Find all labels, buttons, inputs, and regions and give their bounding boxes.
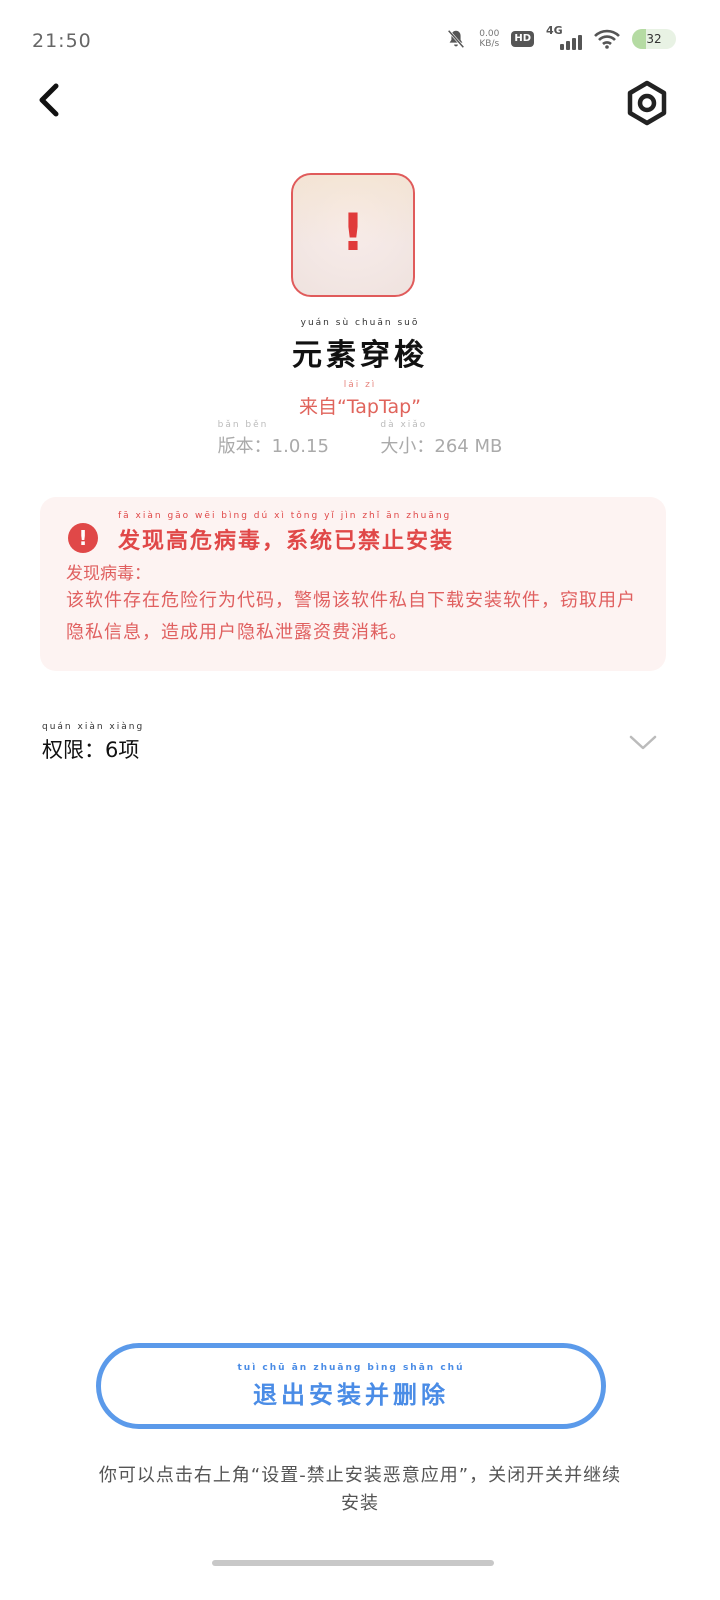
app-size: 大小：264 MB: [380, 436, 503, 457]
alert-icon: !: [68, 523, 98, 553]
battery-indicator: 32: [632, 29, 676, 49]
exit-install-delete-button[interactable]: tuì chū ān zhuāng bìng shān chú 退出安装并删除: [96, 1343, 606, 1429]
cellular-signal-icon: 4G: [546, 24, 582, 50]
permissions-row[interactable]: quán xiàn xiàng 权限：6项: [42, 722, 144, 764]
chevron-down-icon[interactable]: [628, 732, 658, 752]
app-icon: !: [291, 173, 415, 297]
app-version: 版本：1.0.15: [217, 436, 329, 457]
app-meta: bǎn běn 版本：1.0.15 dà xiǎo 大小：264 MB: [217, 420, 503, 457]
warning-subtitle: 发现病毒：: [66, 564, 151, 584]
wifi-icon: [594, 29, 620, 49]
back-button[interactable]: [30, 80, 70, 120]
warning-body: 该软件存在危险行为代码，警惕该软件私自下载安装软件，窃取用户隐私信息，造成用户隐…: [66, 590, 636, 643]
status-time: 21:50: [32, 30, 92, 52]
home-indicator[interactable]: [212, 1560, 494, 1566]
app-name: yuán sù chuān suō 元素穿梭: [292, 318, 428, 373]
hd-badge: HD: [511, 31, 534, 47]
settings-button[interactable]: [624, 80, 670, 126]
status-icons: 0.00 KB/s HD 4G 32: [445, 24, 676, 54]
chevron-left-icon: [39, 83, 59, 117]
gear-hexagon-icon: [627, 80, 667, 126]
warning-title: fā xiàn gāo wēi bìng dú xì tǒng yǐ jìn z…: [118, 511, 455, 554]
settings-hint: 你可以点击右上角“设置-禁止安装恶意应用”，关闭开关并继续安装: [98, 1465, 622, 1514]
virus-warning-card: ! fā xiàn gāo wēi bìng dú xì tǒng yǐ jìn…: [40, 497, 666, 671]
bell-muted-icon: [447, 29, 465, 49]
permissions-label: 权限：6项: [42, 738, 140, 762]
app-source: lái zì 来自“TapTap”: [298, 380, 422, 418]
warning-exclamation-icon: !: [341, 203, 365, 263]
network-speed: 0.00 KB/s: [479, 29, 500, 49]
